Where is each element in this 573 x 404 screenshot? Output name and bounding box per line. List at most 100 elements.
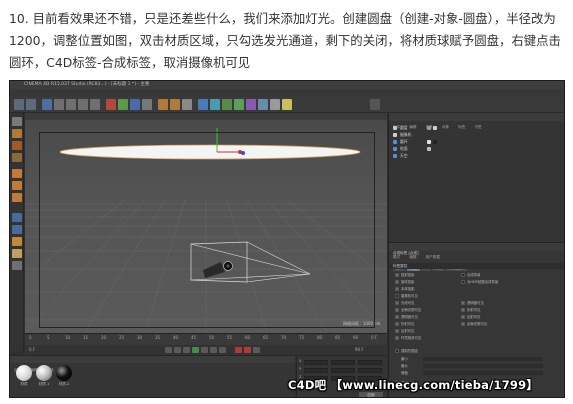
layout-icon[interactable] xyxy=(370,99,380,110)
material-tag-icon[interactable] xyxy=(427,147,431,151)
move-icon[interactable] xyxy=(54,99,64,110)
compositing-tag-icon[interactable] xyxy=(427,140,431,144)
array-icon[interactable] xyxy=(234,99,244,110)
timeline-tick: 20 xyxy=(101,335,107,340)
checkbox[interactable] xyxy=(395,322,399,326)
checkbox[interactable] xyxy=(461,315,465,319)
object-row-torus[interactable]: 圆环 xyxy=(393,139,563,145)
camera-icon[interactable] xyxy=(270,99,280,110)
y-axis-icon[interactable] xyxy=(118,99,128,110)
timeline[interactable]: 0 5 10 15 20 25 30 35 40 45 50 55 60 65 … xyxy=(25,333,387,345)
object-row-camera[interactable]: 摄像机 xyxy=(393,132,563,138)
points-mode-icon[interactable] xyxy=(12,169,22,178)
live-select-icon[interactable] xyxy=(42,99,52,110)
timeline-tick: 60 xyxy=(245,335,251,340)
size-x-field[interactable] xyxy=(331,360,355,365)
option-label: 折射可见 xyxy=(467,308,481,312)
autokey-icon[interactable] xyxy=(244,347,251,353)
rotation-p-field[interactable] xyxy=(358,368,382,373)
aa-threshold-field[interactable] xyxy=(423,371,543,375)
checkbox-unchecked[interactable] xyxy=(395,294,399,298)
make-editable-icon[interactable] xyxy=(12,117,22,126)
material-tag-icon[interactable] xyxy=(433,140,437,144)
snap-icon[interactable] xyxy=(12,237,22,246)
pen-icon[interactable] xyxy=(210,99,220,110)
rotate-icon[interactable] xyxy=(78,99,88,110)
option-label: 折射可见 xyxy=(401,322,415,326)
checkbox-unchecked[interactable] xyxy=(395,349,399,353)
redo-icon[interactable] xyxy=(26,99,36,110)
deformer-icon[interactable] xyxy=(246,99,256,110)
checkbox-unchecked[interactable] xyxy=(461,273,465,277)
undo-icon[interactable] xyxy=(14,99,24,110)
tweak-icon[interactable] xyxy=(12,225,22,234)
position-x-field[interactable] xyxy=(304,360,328,365)
perspective-viewport[interactable]: 网格间距 : 1000 cm xyxy=(25,120,387,333)
coordinate-system-icon[interactable] xyxy=(142,99,152,110)
checkbox[interactable] xyxy=(395,336,399,340)
x-axis-icon[interactable] xyxy=(106,99,116,110)
recent-tool-icon[interactable] xyxy=(90,99,100,110)
model-mode-icon[interactable] xyxy=(12,129,22,138)
subdivision-icon[interactable] xyxy=(222,99,232,110)
render-settings-icon[interactable] xyxy=(182,99,192,110)
checkbox[interactable] xyxy=(461,308,465,312)
edges-mode-icon[interactable] xyxy=(12,181,22,190)
position-y-field[interactable] xyxy=(304,368,328,373)
cube-icon[interactable] xyxy=(198,99,208,110)
tutorial-step-caption: 10. 目前看效果还不错，只是还差些什么，我们来添加灯光。创建圆盘（创建-对象-… xyxy=(9,11,561,70)
checkbox[interactable] xyxy=(395,273,399,277)
object-row-floor[interactable]: 地面 xyxy=(393,146,563,152)
checkbox[interactable] xyxy=(461,322,465,326)
coord-axis-label: Y xyxy=(299,367,302,371)
checkbox[interactable] xyxy=(461,301,465,305)
aa-max-row: 最大 xyxy=(401,364,551,369)
workplane-icon[interactable] xyxy=(12,153,22,162)
light-icon[interactable] xyxy=(282,99,292,110)
rotation-h-field[interactable] xyxy=(358,360,382,365)
checkbox-unchecked[interactable] xyxy=(461,280,465,284)
next-key-icon[interactable] xyxy=(210,347,217,353)
phong-tag-icon[interactable] xyxy=(433,126,437,130)
play-icon[interactable] xyxy=(192,347,199,353)
option-label: 本体投影 xyxy=(401,287,415,291)
material-swatch[interactable] xyxy=(16,365,32,381)
timeline-tick: 90 xyxy=(353,335,359,340)
record-icon[interactable] xyxy=(235,347,242,353)
render-picture-viewer-icon[interactable] xyxy=(170,99,180,110)
aa-max-field[interactable] xyxy=(423,364,543,368)
floor-icon[interactable] xyxy=(258,99,268,110)
checkbox[interactable] xyxy=(395,301,399,305)
end-frame-field[interactable]: 90 F xyxy=(355,347,364,353)
viewport-menu: 查看 摄像机 显示 选项 过滤 面板 xyxy=(25,113,387,129)
z-axis-icon[interactable] xyxy=(130,99,140,110)
start-frame-field[interactable]: 0 F xyxy=(29,347,35,353)
checkbox[interactable] xyxy=(395,280,399,284)
timeline-tick: 0 xyxy=(29,335,32,340)
material-tag-icon[interactable] xyxy=(427,126,431,130)
locked-workplane-icon[interactable] xyxy=(12,249,22,258)
texture-mode-icon[interactable] xyxy=(12,141,22,150)
checkbox[interactable] xyxy=(395,329,399,333)
aa-min-field[interactable] xyxy=(423,357,543,361)
material-swatch[interactable] xyxy=(56,365,72,381)
size-y-field[interactable] xyxy=(331,368,355,373)
scale-icon[interactable] xyxy=(66,99,76,110)
keyframe-selection-icon[interactable] xyxy=(253,347,260,353)
render-view-icon[interactable] xyxy=(158,99,168,110)
material-swatch[interactable] xyxy=(36,365,52,381)
previous-frame-icon[interactable] xyxy=(183,347,190,353)
go-to-end-icon[interactable] xyxy=(219,347,226,353)
go-to-start-icon[interactable] xyxy=(165,347,172,353)
object-row-disc[interactable]: 圆盘 xyxy=(393,125,563,131)
object-row-sky[interactable]: 天空 xyxy=(393,153,563,159)
polygons-mode-icon[interactable] xyxy=(12,193,22,202)
checkbox[interactable] xyxy=(395,287,399,291)
sculpt-icon[interactable] xyxy=(12,261,22,270)
torus-object-icon xyxy=(393,140,397,144)
checkbox[interactable] xyxy=(395,308,399,312)
next-frame-icon[interactable] xyxy=(201,347,208,353)
enable-axis-icon[interactable] xyxy=(12,213,22,222)
previous-key-icon[interactable] xyxy=(174,347,181,353)
checkbox[interactable] xyxy=(395,315,399,319)
